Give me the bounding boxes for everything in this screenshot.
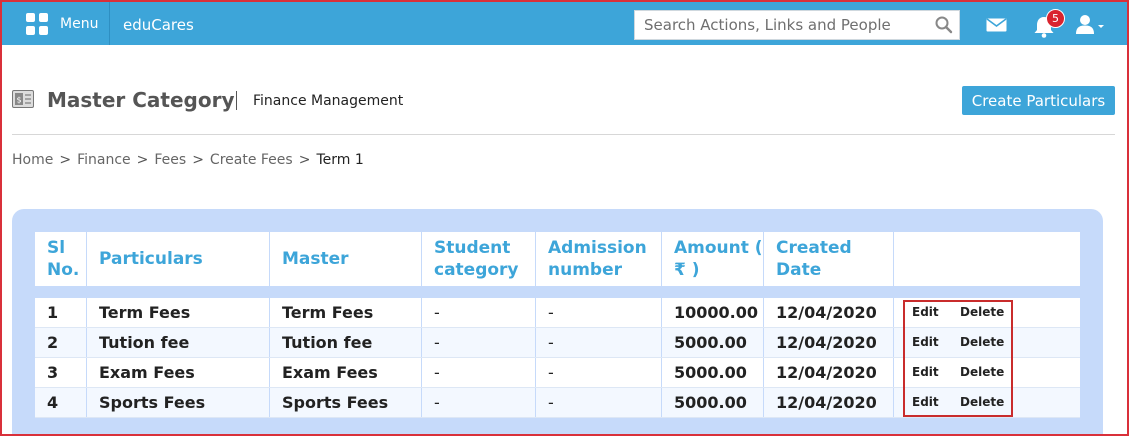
breadcrumb-separator: > xyxy=(59,152,72,168)
header-sl-no: Sl No. xyxy=(35,232,87,286)
cell-student-category: - xyxy=(422,388,536,417)
svg-text:$: $ xyxy=(16,96,21,105)
menu-button[interactable]: Menu xyxy=(14,2,110,45)
global-search xyxy=(634,10,960,40)
notifications-button[interactable]: 5 xyxy=(1033,9,1065,40)
cell-sl: 4 xyxy=(35,388,87,417)
cell-master: Exam Fees xyxy=(270,358,422,387)
cell-amount: 5000.00 xyxy=(662,358,764,387)
breadcrumb-current: Term 1 xyxy=(316,152,364,168)
breadcrumb-finance[interactable]: Finance xyxy=(77,152,131,168)
create-particulars-button[interactable]: Create Particulars xyxy=(962,86,1115,115)
mail-icon[interactable] xyxy=(986,17,1007,36)
cell-student-category: - xyxy=(422,328,536,357)
cell-sl: 1 xyxy=(35,298,87,327)
breadcrumb-separator: > xyxy=(192,152,204,168)
notification-badge: 5 xyxy=(1046,9,1065,28)
header-divider xyxy=(12,134,1115,135)
page-title: Master Category xyxy=(47,88,235,112)
cell-particulars: Sports Fees xyxy=(87,388,270,417)
cell-student-category: - xyxy=(422,298,536,327)
breadcrumb-home[interactable]: Home xyxy=(12,152,53,168)
breadcrumb-separator: > xyxy=(136,152,149,168)
cell-amount: 5000.00 xyxy=(662,328,764,357)
cell-created-date: 12/04/2020 xyxy=(764,388,894,417)
header-particulars: Particulars xyxy=(87,232,270,286)
cell-student-category: - xyxy=(422,358,536,387)
menu-label: Menu xyxy=(60,15,99,32)
cell-master: Term Fees xyxy=(270,298,422,327)
page-subtitle: Finance Management xyxy=(253,93,404,109)
title-divider xyxy=(236,91,237,110)
cell-admission-number: - xyxy=(536,298,662,327)
header-created-date: Created Date xyxy=(764,232,894,286)
cell-created-date: 12/04/2020 xyxy=(764,328,894,357)
search-input[interactable] xyxy=(635,11,929,39)
cell-admission-number: - xyxy=(536,388,662,417)
cell-admission-number: - xyxy=(536,358,662,387)
brand-name[interactable]: eduCares xyxy=(123,16,194,34)
actions-highlight-box xyxy=(903,300,1013,417)
cell-master: Tution fee xyxy=(270,328,422,357)
header-amount: Amount ( ₹ ) xyxy=(662,232,764,286)
cell-created-date: 12/04/2020 xyxy=(764,298,894,327)
user-menu[interactable] xyxy=(1075,14,1107,38)
cell-sl: 2 xyxy=(35,328,87,357)
finance-icon: $ xyxy=(12,90,34,112)
cell-admission-number: - xyxy=(536,328,662,357)
cell-amount: 10000.00 xyxy=(662,298,764,327)
header-master: Master xyxy=(270,232,422,286)
top-navbar: Menu eduCares 5 xyxy=(2,2,1127,45)
menu-grid-icon xyxy=(26,12,48,35)
breadcrumb: Home > Finance > Fees > Create Fees > Term 1 xyxy=(12,152,364,168)
breadcrumb-fees[interactable]: Fees xyxy=(154,152,186,168)
cell-created-date: 12/04/2020 xyxy=(764,358,894,387)
cell-particulars: Term Fees xyxy=(87,298,270,327)
cell-amount: 5000.00 xyxy=(662,388,764,417)
cell-master: Sports Fees xyxy=(270,388,422,417)
cell-sl: 3 xyxy=(35,358,87,387)
table-header: Sl No. Particulars Master Student catego… xyxy=(35,232,1080,286)
header-student-category: Student category xyxy=(422,232,536,286)
cell-particulars: Tution fee xyxy=(87,328,270,357)
user-icon xyxy=(1076,15,1104,34)
search-icon[interactable] xyxy=(929,11,959,39)
breadcrumb-separator: > xyxy=(298,152,311,168)
breadcrumb-create-fees[interactable]: Create Fees xyxy=(210,152,293,168)
cell-particulars: Exam Fees xyxy=(87,358,270,387)
header-admission-number: Admission number xyxy=(536,232,662,286)
